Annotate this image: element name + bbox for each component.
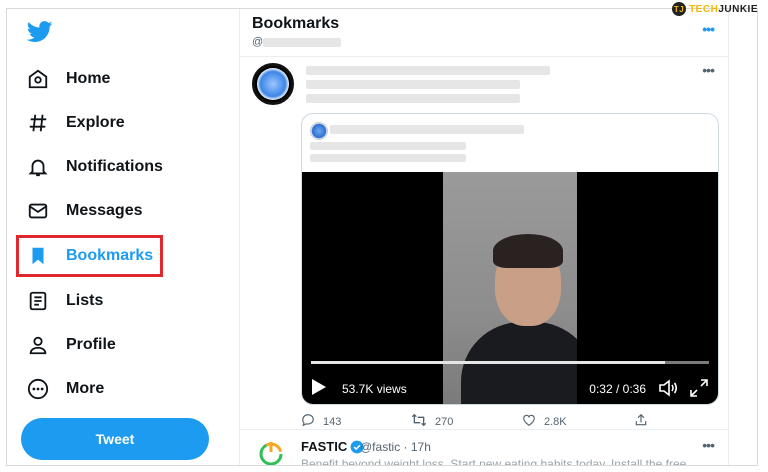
like-count: 2.8K [544,415,567,428]
page-title: Bookmarks [252,15,340,32]
techjunkie-logo-icon: TJ [672,2,687,16]
sidebar-item-more[interactable]: More [25,371,225,407]
sidebar-item-label: Lists [66,292,104,309]
quoted-tweet[interactable]: 53.7K views 0:32 / 0:36 [301,113,719,405]
user-handle: @ [252,36,342,48]
sidebar-item-messages[interactable]: Messages [25,193,225,229]
sidebar-item-label: Notifications [66,158,163,175]
video-time: 0:32 / 0:36 [589,382,646,396]
blurred-quoted-text [310,142,466,162]
fullscreen-icon[interactable] [690,379,708,397]
more-circle-icon [25,376,51,402]
bookmark-icon [25,243,51,269]
bookmarked-tweet[interactable]: ••• 53.7K views 0:32 / 0:36 143 270 2.8K [240,58,728,430]
bell-icon [25,154,51,180]
tweet-card[interactable]: FASTIC @fastic · 17h ••• Benefit beyond … [240,431,728,466]
like-button[interactable]: 2.8K [522,413,567,430]
tweet-actions: 143 270 2.8K [301,413,721,431]
sidebar-item-bookmarks[interactable]: Bookmarks [25,238,225,274]
fastic-logo-icon[interactable] [256,439,286,465]
sidebar-item-label: Explore [66,114,125,131]
retweet-icon [411,413,427,430]
author-name: FASTIC [301,439,348,454]
sidebar-item-label: Profile [66,336,116,353]
video-progress-bar[interactable] [311,361,709,364]
sidebar-item-label: Home [66,70,111,87]
techjunkie-watermark: TJ TECH JUNKIE [672,2,758,16]
tweet-more-icon[interactable]: ••• [702,437,715,453]
envelope-icon [25,198,51,224]
app-frame: Home Explore Notifications Messages Book… [6,8,758,466]
handle-prefix: @ [252,36,264,48]
tweet-author[interactable]: FASTIC [301,439,364,454]
sidebar-item-lists[interactable]: Lists [25,283,225,319]
reply-count: 143 [323,415,342,428]
heart-icon [522,413,536,430]
home-icon [25,66,51,92]
sidebar: Home Explore Notifications Messages Book… [7,9,239,465]
video-progress-fill [311,361,666,364]
sidebar-item-notifications[interactable]: Notifications [25,149,225,185]
person-icon [25,332,51,358]
sidebar-item-label: Messages [66,202,143,219]
video-frame [443,172,577,404]
sidebar-item-label: More [66,380,105,397]
volume-icon[interactable] [658,379,678,397]
play-icon[interactable] [312,377,330,397]
blurred-tweet-text [306,66,550,103]
blurred-quoted-header [330,125,524,134]
main-column: Bookmarks @ ••• ••• 53.7K views 0:32 / 0… [239,9,729,465]
list-icon [25,288,51,314]
more-options-icon[interactable]: ••• [702,21,715,37]
share-button[interactable] [634,413,648,430]
hashtag-icon [25,110,51,136]
tweet-meta: @fastic · 17h [360,440,431,454]
avatar-image [257,68,289,100]
blurred-handle [263,37,342,47]
tweet-text: Benefit beyond weight loss. Start new ea… [301,457,697,466]
retweet-button[interactable]: 270 [411,413,453,430]
video-views: 53.7K views [342,382,407,396]
tweet-button[interactable]: Tweet [21,418,209,460]
sidebar-item-label: Bookmarks [66,247,154,264]
share-icon [634,413,648,430]
person-hair [493,234,563,268]
page-header: Bookmarks @ ••• [240,9,728,57]
reply-icon [301,413,315,430]
sidebar-item-explore[interactable]: Explore [25,105,225,141]
sidebar-item-home[interactable]: Home [25,61,225,97]
quoted-avatar [310,122,328,140]
video-player[interactable]: 53.7K views 0:32 / 0:36 [302,172,718,404]
twitter-logo-icon[interactable] [26,21,53,43]
reply-button[interactable]: 143 [301,413,341,430]
avatar[interactable] [252,63,294,105]
sidebar-item-profile[interactable]: Profile [25,327,225,363]
retweet-count: 270 [435,415,454,428]
tweet-more-icon[interactable]: ••• [702,62,715,78]
